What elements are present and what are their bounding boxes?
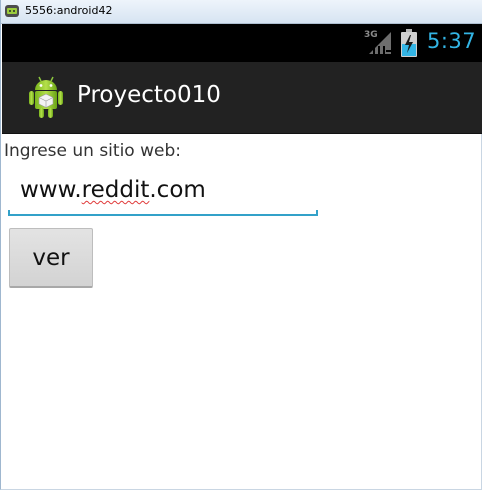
ver-button[interactable]: ver <box>9 228 93 288</box>
android-emulator-icon <box>5 5 19 17</box>
input-underline <box>8 210 318 216</box>
url-input[interactable]: www.reddit.com <box>8 170 318 216</box>
website-prompt-label: Ingrese un sitio web: <box>4 141 181 161</box>
android-robot-icon[interactable] <box>26 74 66 120</box>
signal-icon <box>369 32 391 54</box>
emulator-window: 5556:android42 3G 5:37 Proyecto010 Ingre… <box>0 0 482 490</box>
app-title: Proyecto010 <box>77 82 221 108</box>
window-title: 5556:android42 <box>25 4 113 17</box>
battery-charging-icon <box>401 29 417 57</box>
window-titlebar: 5556:android42 <box>1 0 482 24</box>
url-prefix: www. <box>20 177 82 203</box>
misspelled-word: reddit <box>81 177 150 203</box>
url-suffix: .com <box>149 177 206 203</box>
status-clock: 5:37 <box>427 29 477 53</box>
status-bar: 3G 5:37 <box>2 24 482 62</box>
action-bar: Proyecto010 <box>2 62 482 134</box>
url-input-value[interactable]: www.reddit.com <box>20 177 206 203</box>
